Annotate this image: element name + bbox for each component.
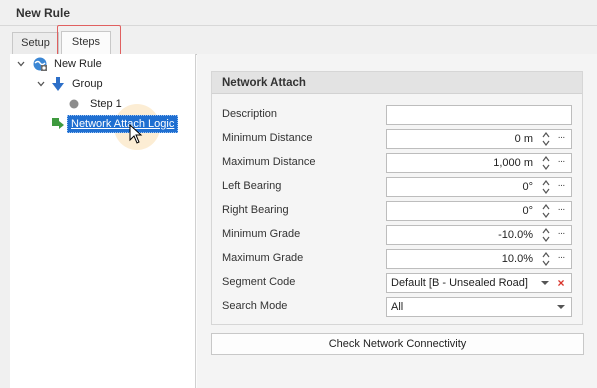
segment-code-value: Default [B - Unsealed Road] (391, 277, 528, 289)
field-row-maximum-distance: Maximum Distance 1,000 m ··· (212, 153, 582, 173)
rule-globe-icon (32, 56, 48, 72)
ellipsis-button[interactable]: ··· (555, 130, 567, 148)
maximum-distance-label: Maximum Distance (222, 156, 316, 168)
left-bearing-value: 0° (522, 181, 533, 193)
description-label: Description (222, 108, 278, 120)
gray-circle-icon (66, 96, 82, 112)
ellipsis-button[interactable]: ··· (555, 154, 567, 172)
field-row-maximum-grade: Maximum Grade 10.0% ··· (212, 249, 582, 269)
right-bearing-label: Right Bearing (222, 204, 289, 216)
spin-arrows-icon[interactable] (541, 131, 551, 147)
ellipsis-button[interactable]: ··· (555, 226, 567, 244)
tree-node-step-label: Step 1 (90, 98, 122, 110)
clear-icon[interactable]: × (555, 274, 567, 292)
spin-arrows-icon[interactable] (541, 155, 551, 171)
window-title: New Rule (16, 6, 71, 20)
green-arrow-icon (50, 116, 66, 132)
field-row-minimum-distance: Minimum Distance 0 m ··· (212, 129, 582, 149)
maximum-distance-value: 1,000 m (493, 157, 533, 169)
segment-code-label: Segment Code (222, 276, 296, 288)
check-network-connectivity-button[interactable]: Check Network Connectivity (211, 333, 584, 355)
field-row-description: Description (212, 105, 582, 125)
maximum-grade-label: Maximum Grade (222, 252, 304, 264)
left-bearing-label: Left Bearing (222, 180, 282, 192)
minimum-grade-input[interactable]: -10.0% ··· (386, 225, 572, 245)
minimum-grade-value: -10.0% (498, 229, 533, 241)
minimum-distance-label: Minimum Distance (222, 132, 313, 144)
tree-node-group-label: Group (72, 78, 103, 90)
field-row-right-bearing: Right Bearing 0° ··· (212, 201, 582, 221)
right-bearing-value: 0° (522, 205, 533, 217)
network-attach-group: Network Attach Description Minimum Dista… (211, 71, 583, 325)
search-mode-label: Search Mode (222, 300, 288, 312)
tree-node-root-label: New Rule (54, 58, 102, 70)
minimum-distance-value: 0 m (514, 133, 533, 145)
search-mode-dropdown[interactable]: All (386, 297, 572, 317)
spin-arrows-icon[interactable] (541, 203, 551, 219)
mouse-pointer-icon (129, 124, 143, 144)
spin-arrows-icon[interactable] (541, 179, 551, 195)
window-titlebar: New Rule (0, 0, 597, 26)
chevron-down-icon[interactable] (36, 79, 46, 89)
field-row-search-mode: Search Mode All (212, 297, 582, 317)
field-row-minimum-grade: Minimum Grade -10.0% ··· (212, 225, 582, 245)
tab-setup[interactable]: Setup (12, 32, 59, 54)
field-row-segment-code: Segment Code Default [B - Unsealed Road]… (212, 273, 582, 293)
tab-steps[interactable]: Steps (61, 31, 111, 55)
group-header: Network Attach (212, 72, 582, 94)
right-bearing-input[interactable]: 0° ··· (386, 201, 572, 221)
minimum-distance-input[interactable]: 0 m ··· (386, 129, 572, 149)
maximum-distance-input[interactable]: 1,000 m ··· (386, 153, 572, 173)
arrow-down-icon (50, 76, 66, 92)
segment-code-dropdown[interactable]: Default [B - Unsealed Road] × (386, 273, 572, 293)
ellipsis-button[interactable]: ··· (555, 178, 567, 196)
dropdown-arrow-icon[interactable] (557, 304, 565, 310)
spin-arrows-icon[interactable] (541, 227, 551, 243)
spin-arrows-icon[interactable] (541, 251, 551, 267)
dropdown-arrow-icon[interactable] (541, 280, 549, 286)
left-bearing-input[interactable]: 0° ··· (386, 177, 572, 197)
maximum-grade-input[interactable]: 10.0% ··· (386, 249, 572, 269)
description-input[interactable] (386, 105, 572, 125)
chevron-down-icon[interactable] (16, 59, 26, 69)
rule-tree[interactable]: New Rule Group Step 1 Network Attach Log… (10, 54, 196, 388)
search-mode-value: All (391, 301, 404, 313)
maximum-grade-value: 10.0% (501, 253, 533, 265)
minimum-grade-label: Minimum Grade (222, 228, 301, 240)
tree-node-selected-label[interactable]: Network Attach Logic (67, 115, 179, 133)
ellipsis-button[interactable]: ··· (555, 250, 567, 268)
field-row-left-bearing: Left Bearing 0° ··· (212, 177, 582, 197)
ellipsis-button[interactable]: ··· (555, 202, 567, 220)
